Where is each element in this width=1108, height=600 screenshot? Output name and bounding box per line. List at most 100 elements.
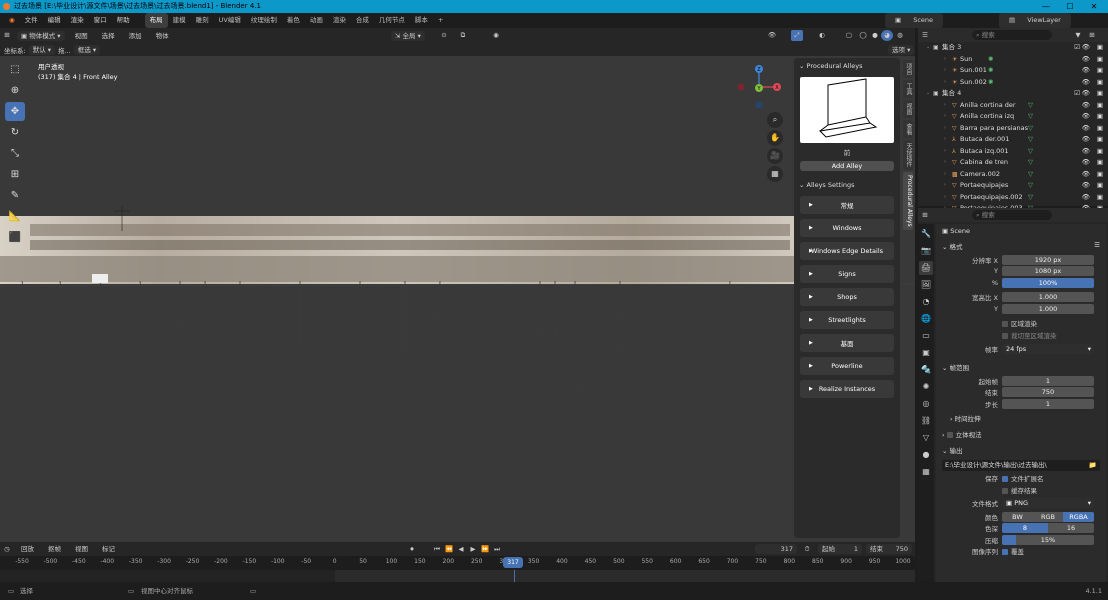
modifier-tab-icon[interactable]: 🔩 (919, 363, 933, 377)
tool-tab-icon[interactable]: 🔧 (919, 227, 933, 241)
jump-start-icon[interactable]: ⏮ (431, 544, 443, 555)
tab-view[interactable]: 视图 (903, 100, 913, 118)
render-camera-icon[interactable]: ▣ (1097, 54, 1103, 66)
chevron-right-icon[interactable]: › (944, 157, 946, 169)
render-camera-icon[interactable]: ▣ (1097, 146, 1103, 158)
add-alley-button[interactable]: Add Alley (800, 161, 894, 171)
coordinate-selector[interactable]: 默认 ▾ (28, 44, 56, 55)
world-tab-icon[interactable]: 🌐 (919, 312, 933, 326)
material-tab-icon[interactable]: ● (919, 448, 933, 462)
drag-selector[interactable]: 框选 ▾ (73, 44, 101, 55)
render-camera-icon[interactable]: ▣ (1097, 88, 1103, 100)
render-camera-icon[interactable]: ▣ (1097, 65, 1103, 77)
prev-keyframe-icon[interactable]: ⏪ (443, 544, 455, 555)
render-tab-icon[interactable]: 📷 (919, 244, 933, 258)
outliner-row[interactable]: ⌄ ▣ 集合 3 ☑ 👁 ▣ (918, 42, 1108, 54)
outliner-row[interactable]: › ▽ Anilla cortina der ▽ 👁 ▣ (918, 100, 1108, 112)
outliner-row[interactable]: › ☀ Sun ✺ 👁 ▣ (918, 54, 1108, 66)
procedural-alleys-header[interactable]: ⌄ Procedural Alleys (794, 58, 900, 74)
powerline-settings-button[interactable]: ▶ Powerline (800, 357, 894, 375)
add-workspace-button[interactable]: + (433, 13, 448, 28)
maximize-button[interactable]: ☐ (1058, 0, 1082, 13)
outliner-row[interactable]: ⌄ ▣ 集合 4 ☑ 👁 ▣ (918, 88, 1108, 100)
eye-icon[interactable]: 👁 (1082, 111, 1090, 123)
frame-step-field[interactable]: 1 (1002, 398, 1094, 409)
menu-add[interactable]: 添加 (125, 31, 146, 41)
navigation-gizmo[interactable]: Z X Y (734, 62, 784, 112)
chevron-right-icon[interactable]: › (944, 180, 946, 192)
measure-tool-icon[interactable]: 📐 (5, 207, 25, 226)
properties-search[interactable]: ⌕ 搜索 (972, 210, 1052, 220)
outliner-row[interactable]: › ▽ Barra para persianas ▽ 👁 ▣ (918, 123, 1108, 135)
workspace-tab-uv-editing[interactable]: UV编辑 (214, 13, 246, 28)
play-icon[interactable]: ▶ (467, 544, 479, 555)
eye-icon[interactable]: 👁 (1082, 88, 1090, 100)
cache-result-checkbox[interactable]: 缓存结果 (1002, 485, 1037, 495)
pivot-icon[interactable]: ⊙ (438, 30, 450, 41)
outliner-row[interactable]: › ▽ Anilla cortina izq ▽ 👁 ▣ (918, 111, 1108, 123)
menu-edit[interactable]: 编辑 (43, 13, 66, 28)
alleys-settings-header[interactable]: ⌄ Alleys Settings (794, 177, 900, 193)
visibility-icon[interactable]: 👁 (766, 30, 778, 41)
close-button[interactable]: ✕ (1082, 0, 1106, 13)
gizmo-toggle-icon[interactable]: ⤢ (791, 30, 803, 41)
frame-end-field[interactable]: 750 (1002, 387, 1094, 398)
eye-icon[interactable]: 👁 (1082, 54, 1090, 66)
frame-rate-dropdown[interactable]: 24 fps ▾ (1002, 344, 1094, 355)
outliner-row[interactable]: › ⅄ Butaca izq.001 ▽ 👁 ▣ (918, 146, 1108, 158)
menu-playback[interactable]: 回放 (17, 544, 38, 554)
resolution-percent-field[interactable]: 100% (1002, 277, 1094, 288)
scene-tab-icon[interactable]: ◔ (919, 295, 933, 309)
pan-hand-icon[interactable]: ✋ (767, 130, 783, 146)
resolution-x-field[interactable]: 1920 px (1002, 254, 1094, 265)
menu-keying[interactable]: 抠帧 (44, 544, 65, 554)
scene-selector[interactable]: ▣ Scene (885, 13, 944, 28)
timeline-ruler[interactable]: -550 -500 -450 -400 -350 -300 -250 -200 -150 -100… (0, 556, 915, 570)
tab-tool[interactable]: 工具 (903, 80, 913, 98)
timeline-end-field[interactable]: 结束 750 (866, 544, 912, 554)
chevron-down-icon[interactable]: ⌄ (926, 88, 930, 100)
tab-inspect[interactable]: 查看 (903, 120, 913, 138)
physics-tab-icon[interactable]: ◎ (919, 397, 933, 411)
menu-marker[interactable]: 标记 (98, 544, 119, 554)
menu-timeline-view[interactable]: 视图 (71, 544, 92, 554)
workspace-tab-texture-paint[interactable]: 纹理绘制 (246, 13, 282, 28)
workspace-tab-compositing[interactable]: 合成 (351, 13, 374, 28)
record-icon[interactable]: ⏺ (406, 544, 418, 555)
eye-icon[interactable]: 👁 (1082, 192, 1090, 204)
chevron-right-icon[interactable]: › (944, 77, 946, 89)
render-camera-icon[interactable]: ▣ (1097, 134, 1103, 146)
outliner-editor-icon[interactable]: ☰ (919, 30, 931, 41)
render-camera-icon[interactable]: ▣ (1097, 123, 1103, 135)
minimize-button[interactable]: — (1034, 0, 1058, 13)
depth-16-button[interactable]: 16 (1048, 523, 1094, 534)
render-camera-icon[interactable]: ▣ (1097, 180, 1103, 192)
outliner-row[interactable]: › ▽ Cabina de tren ▽ 👁 ▣ (918, 157, 1108, 169)
chevron-right-icon[interactable]: › (944, 134, 946, 146)
chevron-right-icon[interactable]: › (944, 146, 946, 158)
eye-icon[interactable]: 👁 (1082, 77, 1090, 89)
workspace-tab-rendering[interactable]: 渲染 (328, 13, 351, 28)
color-bw-button[interactable]: BW (1002, 511, 1033, 522)
file-format-dropdown[interactable]: ▣ PNG ▾ (1002, 498, 1094, 509)
zoom-icon[interactable]: ⌕ (767, 112, 783, 128)
rendered-shading-icon[interactable]: ◍ (894, 30, 906, 41)
options-dropdown[interactable]: 选项 ▾ (888, 44, 915, 55)
chevron-right-icon[interactable]: › (944, 54, 946, 66)
solid-shading-icon[interactable]: ● (869, 30, 881, 41)
eye-icon[interactable]: 👁 (1082, 134, 1090, 146)
render-camera-icon[interactable]: ▣ (1097, 192, 1103, 204)
proportional-edit-icon[interactable]: ◉ (490, 30, 502, 41)
frame-range-panel-header[interactable]: ⌄ 帧范围 (936, 359, 1106, 375)
menu-object[interactable]: 物体 (152, 31, 173, 41)
region-checkbox[interactable]: 区域渲染 (1002, 318, 1037, 328)
select-box-tool-icon[interactable]: ⬚ (5, 60, 25, 79)
blender-menu-icon[interactable]: ◉ (4, 13, 20, 28)
workspace-tab-scripting[interactable]: 脚本 (410, 13, 433, 28)
render-camera-icon[interactable]: ▣ (1097, 42, 1103, 54)
workspace-tab-shading[interactable]: 着色 (282, 13, 305, 28)
signs-settings-button[interactable]: ▶ Signs (800, 265, 894, 283)
menu-window[interactable]: 窗口 (89, 13, 112, 28)
time-stretching-header[interactable]: › 时间拉伸 (936, 410, 1106, 426)
outliner-row[interactable]: › ▽ Portaequipajes.002 ▽ 👁 ▣ (918, 192, 1108, 204)
